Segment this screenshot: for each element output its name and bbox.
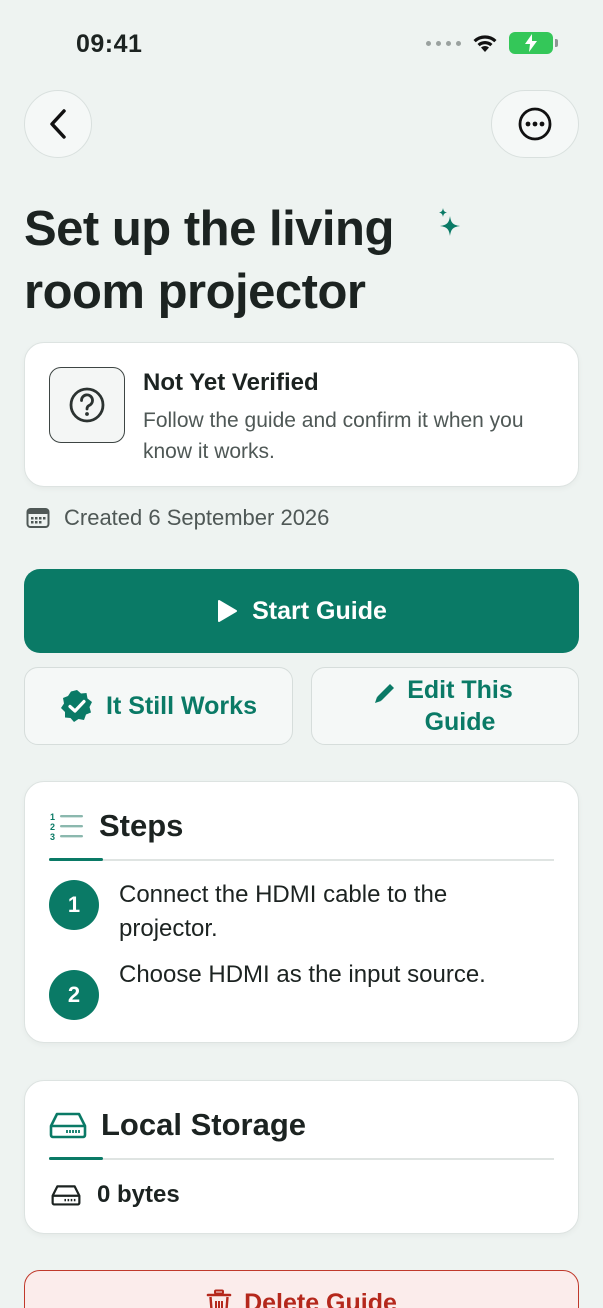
verification-description: Follow the guide and confirm it when you… xyxy=(143,409,524,463)
steps-divider xyxy=(49,859,554,861)
back-button[interactable] xyxy=(24,90,92,158)
storage-size-row: 0 bytes xyxy=(51,1181,180,1209)
ellipsis-circle-icon xyxy=(518,107,552,141)
calendar-icon xyxy=(26,508,50,528)
question-mark-circle-icon xyxy=(49,367,125,443)
created-date-text: Created 6 September 2026 xyxy=(64,505,330,530)
steps-card: 1 2 3 Steps 1 Connect the HDMI cable to … xyxy=(24,781,579,1043)
start-guide-button[interactable]: Start Guide xyxy=(24,569,579,653)
storage-drive-icon xyxy=(51,1185,81,1206)
svg-text:2: 2 xyxy=(50,822,55,832)
cellular-signal-icon xyxy=(426,40,461,46)
verification-status-card: Not Yet Verified Follow the guide and co… xyxy=(24,342,579,487)
storage-title: Local Storage xyxy=(101,1107,306,1142)
status-time: 09:41 xyxy=(76,30,143,58)
storage-size: 0 bytes xyxy=(97,1181,180,1208)
created-date: Created 6 September 2026 xyxy=(26,505,329,531)
it-still-works-button[interactable]: It Still Works xyxy=(24,667,293,745)
page-title: Set up the living room projector xyxy=(24,202,394,319)
storage-drive-icon xyxy=(49,1112,87,1139)
sparkles-icon xyxy=(439,208,460,236)
storage-header: Local Storage xyxy=(49,1107,306,1143)
start-guide-label: Start Guide xyxy=(252,596,387,625)
storage-divider-accent xyxy=(49,1157,103,1160)
more-options-button[interactable] xyxy=(491,90,579,158)
steps-title: Steps xyxy=(99,808,184,843)
step-number: 2 xyxy=(49,970,99,1020)
status-indicators xyxy=(426,32,558,54)
it-still-works-label: It Still Works xyxy=(106,692,257,720)
step-number: 1 xyxy=(49,880,99,930)
delete-guide-label: Delete Guide xyxy=(244,1289,397,1308)
chevron-left-icon xyxy=(50,109,66,139)
play-icon xyxy=(218,600,238,622)
verification-title: Not Yet Verified xyxy=(143,369,319,396)
edit-guide-button[interactable]: Edit This Guide xyxy=(311,667,579,745)
steps-header: 1 2 3 Steps xyxy=(49,808,183,844)
delete-guide-button[interactable]: Delete Guide xyxy=(24,1270,579,1308)
steps-divider-accent xyxy=(49,858,103,861)
trash-icon xyxy=(206,1289,232,1308)
checkmark-seal-icon xyxy=(61,690,93,722)
local-storage-card: Local Storage 0 bytes xyxy=(24,1080,579,1234)
step-text: Connect the HDMI cable to the projector. xyxy=(119,881,448,942)
storage-divider xyxy=(49,1158,554,1160)
step-item: 2 Choose HDMI as the input source. xyxy=(49,961,549,1020)
wifi-icon xyxy=(473,35,497,52)
edit-guide-label: Edit This Guide xyxy=(407,676,513,736)
svg-text:3: 3 xyxy=(50,832,55,841)
svg-text:1: 1 xyxy=(50,812,55,822)
pencil-icon xyxy=(375,684,394,703)
step-item: 1 Connect the HDMI cable to the projecto… xyxy=(49,880,449,946)
step-text: Choose HDMI as the input source. xyxy=(119,961,486,988)
numbered-list-icon: 1 2 3 xyxy=(50,812,83,841)
battery-charging-icon xyxy=(509,32,558,54)
